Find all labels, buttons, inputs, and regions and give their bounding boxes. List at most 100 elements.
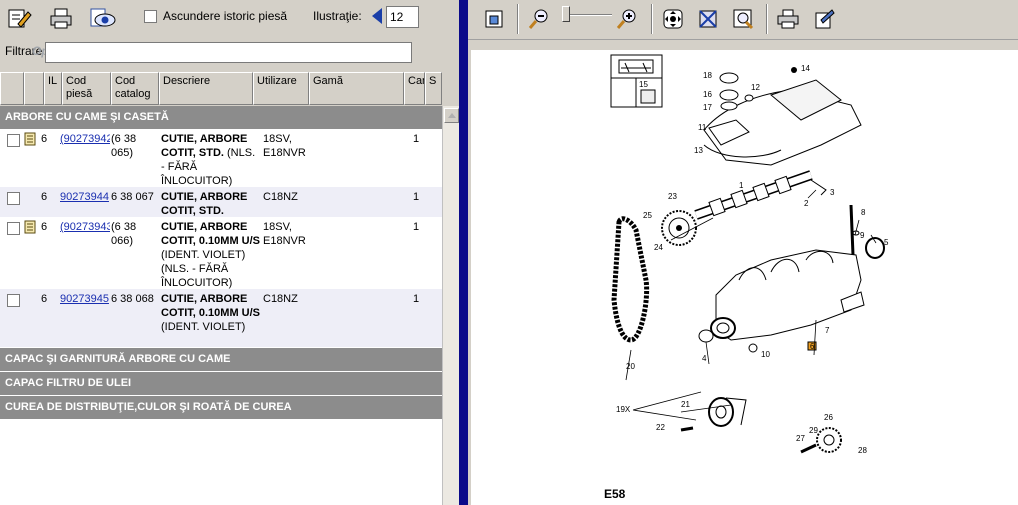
row-checkbox[interactable] xyxy=(7,222,20,235)
description-note: (IDENT. VIOLET) xyxy=(161,321,246,333)
cell-il: 6 xyxy=(41,133,48,145)
cell-usage: C18NZ xyxy=(263,293,298,305)
previous-illustration-arrow-icon[interactable] xyxy=(372,8,382,24)
callout-12: 12 xyxy=(751,83,760,92)
pan-icon[interactable] xyxy=(660,6,686,32)
cell-part-code-link[interactable]: (90273943) xyxy=(60,220,110,234)
column-header-range[interactable]: Gamă xyxy=(309,72,404,105)
group-header[interactable]: ARBORE CU CAME ŞI CASETĂ xyxy=(0,106,442,129)
cell-catalog-code: 6 38 068 xyxy=(111,293,154,305)
pane-splitter[interactable] xyxy=(459,0,468,505)
callout-18: 18 xyxy=(703,71,712,80)
table-row[interactable]: 6 (90273942) (6 38 065) CUTIE, ARBORE CO… xyxy=(0,129,442,187)
cell-part-code-link[interactable]: 90273945 xyxy=(60,292,110,306)
description-main: CUTIE, ARBORE COTIT, STD. xyxy=(161,191,248,217)
illustration-label: Ilustraţie: xyxy=(313,9,362,23)
checkbox[interactable] xyxy=(144,9,157,23)
cell-part-code-link[interactable]: (90273942) xyxy=(60,132,110,146)
cell-description: CUTIE, ARBORE COTIT, STD. (NLS. - FĂRĂ Î… xyxy=(161,132,261,188)
zoom-area-icon[interactable] xyxy=(695,6,721,32)
group-header[interactable]: CAPAC ŞI GARNITURĂ ARBORE CU CAME xyxy=(0,348,442,371)
cell-catalog-code: (6 38 066) xyxy=(111,221,137,247)
illustration-code: E58 xyxy=(604,487,626,501)
callout-25: 25 xyxy=(643,211,652,220)
cell-part-code-link[interactable]: 90273944 xyxy=(60,190,110,204)
callout-28: 28 xyxy=(858,446,867,455)
cell-description: CUTIE, ARBORE COTIT, STD. xyxy=(161,190,261,218)
table-row[interactable]: 6 (90273943) (6 38 066) CUTIE, ARBORE CO… xyxy=(0,217,442,289)
hide-history-label: Ascundere istoric piesă xyxy=(163,9,288,23)
callout-5: 5 xyxy=(884,238,889,247)
callout-21: 21 xyxy=(681,400,690,409)
callout-20: 20 xyxy=(626,362,635,371)
group-header[interactable]: CUREA DE DISTRIBUŢIE,CULOR ŞI ROATĂ DE C… xyxy=(0,396,442,419)
pencil-icon[interactable] xyxy=(4,4,34,32)
cell-description: CUTIE, ARBORE COTIT, 0.10MM U/S (IDENT. … xyxy=(161,220,261,290)
row-checkbox[interactable] xyxy=(7,294,20,307)
scroll-up-arrow-icon[interactable] xyxy=(444,108,459,123)
cell-il: 6 xyxy=(41,191,48,203)
callout-17: 17 xyxy=(703,103,712,112)
row-checkbox[interactable] xyxy=(7,192,20,205)
cell-usage: 18SV, E18NVR xyxy=(263,133,306,159)
table-row[interactable]: 6 90273944 6 38 067 CUTIE, ARBORE COTIT,… xyxy=(0,187,442,217)
column-header-part-code[interactable]: Cod piesă xyxy=(62,72,111,105)
callout-29: 29 xyxy=(809,426,818,435)
printer-icon[interactable] xyxy=(46,4,76,32)
cell-catalog-code: (6 38 065) xyxy=(111,133,137,159)
engine-exploded-diagram: 15 18 12 14 16 17 11 13 1 2 3 23 25 24 8… xyxy=(610,54,889,455)
printer-icon[interactable] xyxy=(775,6,801,32)
description-main: CUTIE, ARBORE COTIT, 0.10MM U/S xyxy=(161,221,261,247)
cell-qty: 1 xyxy=(413,221,420,233)
callout-19x: 19X xyxy=(616,405,631,414)
cell-qty: 1 xyxy=(413,191,420,203)
column-header-il[interactable]: IL xyxy=(44,72,62,105)
zoom-in-icon[interactable] xyxy=(614,6,640,32)
document-icon[interactable] xyxy=(23,132,37,150)
zoom-slider-thumb[interactable] xyxy=(562,6,570,22)
column-header-catalog-code[interactable]: Cod catalog xyxy=(111,72,159,105)
eye-icon[interactable] xyxy=(88,4,118,32)
table-row[interactable]: 6 90273945 6 38 068 CUTIE, ARBORE COTIT,… xyxy=(0,289,442,347)
callout-16: 16 xyxy=(703,90,712,99)
column-header-usage[interactable]: Utilizare xyxy=(253,72,309,105)
right-toolbar xyxy=(468,0,1018,40)
column-header-s[interactable]: S xyxy=(425,72,442,105)
column-header-select[interactable] xyxy=(0,72,24,105)
hide-history-checkbox[interactable]: Ascundere istoric piesă xyxy=(144,9,287,23)
exploded-diagram-canvas[interactable]: 15 18 12 14 16 17 11 13 1 2 3 23 25 24 8… xyxy=(471,50,1018,505)
callout-7: 7 xyxy=(825,326,830,335)
fit-window-icon[interactable] xyxy=(481,6,507,32)
callout-9: 9 xyxy=(860,231,865,240)
toolbar-separator xyxy=(766,4,768,34)
cell-description: CUTIE, ARBORE COTIT, 0.10MM U/S (IDENT. … xyxy=(161,292,261,334)
callout-13: 13 xyxy=(694,146,703,155)
vertical-scrollbar[interactable] xyxy=(442,106,459,505)
callout-2: 2 xyxy=(804,199,809,208)
callout-14: 14 xyxy=(801,64,810,73)
callout-10: 10 xyxy=(761,350,770,359)
row-checkbox[interactable] xyxy=(7,134,20,147)
callout-11: 11 xyxy=(698,123,707,132)
toolbar-separator xyxy=(651,4,653,34)
filter-input[interactable] xyxy=(45,42,412,63)
illustration-pane: 15 18 12 14 16 17 11 13 1 2 3 23 25 24 8… xyxy=(468,0,1018,505)
parts-list: ARBORE CU CAME ŞI CASETĂ 6 (90273942) (6… xyxy=(0,106,442,505)
cell-usage: 18SV, E18NVR xyxy=(263,221,306,247)
zoom-out-icon[interactable] xyxy=(526,6,552,32)
description-note: (IDENT. VIOLET) (NLS. - FĂRĂ ÎNLOCUITOR) xyxy=(161,249,246,289)
left-toolbar: Ascundere istoric piesă Ilustraţie: 12 xyxy=(0,0,459,38)
column-header-qty[interactable]: Can xyxy=(404,72,425,105)
export-icon[interactable] xyxy=(811,6,837,32)
callout-8: 8 xyxy=(861,208,866,217)
toolbar-separator xyxy=(517,4,519,34)
column-header-doc[interactable] xyxy=(24,72,44,105)
column-header-description[interactable]: Descriere xyxy=(159,72,253,105)
callout-1: 1 xyxy=(739,181,744,190)
zoom-fit-icon[interactable] xyxy=(730,6,756,32)
zoom-slider-track[interactable] xyxy=(564,14,612,16)
illustration-number-input[interactable]: 12 xyxy=(386,6,419,28)
document-icon[interactable] xyxy=(23,220,37,238)
group-header[interactable]: CAPAC FILTRU DE ULEI xyxy=(0,372,442,395)
cell-catalog-code: 6 38 067 xyxy=(111,191,154,203)
